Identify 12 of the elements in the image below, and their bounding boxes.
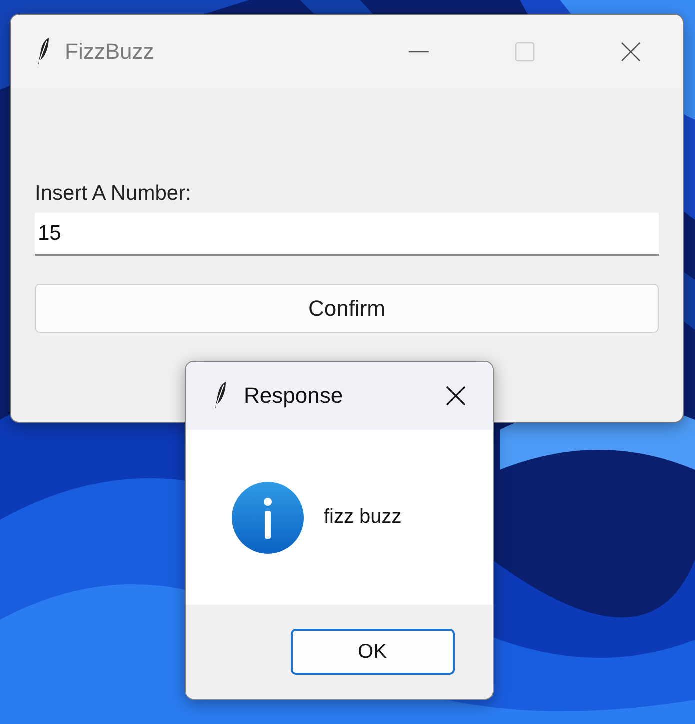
close-icon[interactable] bbox=[621, 42, 641, 62]
info-icon bbox=[232, 482, 304, 554]
feather-icon bbox=[35, 36, 51, 66]
dialog-title: Response bbox=[244, 383, 344, 409]
close-icon[interactable] bbox=[446, 386, 466, 406]
dialog-message: fizz buzz bbox=[324, 506, 402, 529]
number-field[interactable]: 15 bbox=[35, 213, 659, 256]
confirm-button[interactable]: Confirm bbox=[35, 284, 659, 333]
field-label: Insert A Number: bbox=[35, 182, 192, 206]
feather-icon bbox=[212, 381, 228, 411]
ok-button[interactable]: OK bbox=[290, 629, 454, 675]
window-title: FizzBuzz bbox=[65, 38, 154, 64]
